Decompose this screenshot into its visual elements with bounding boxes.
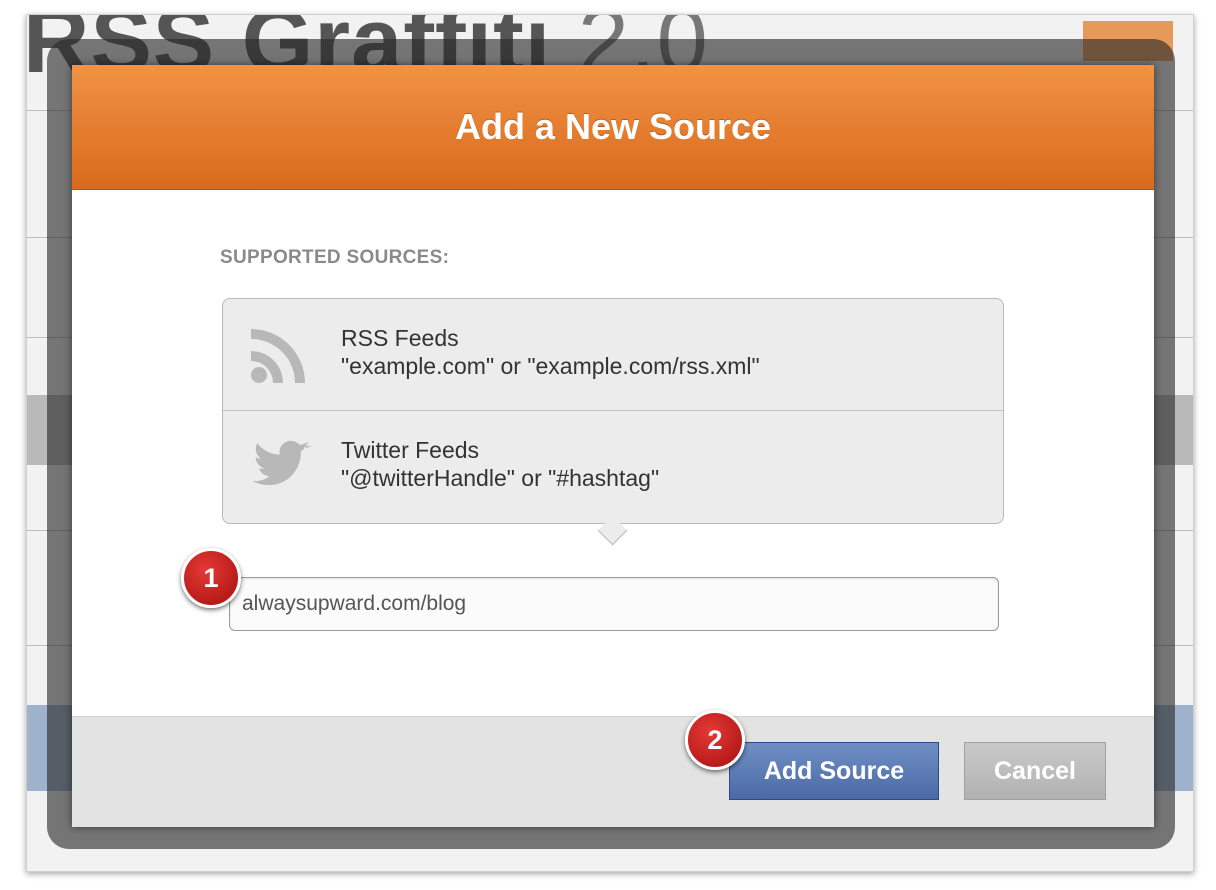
callout-badge-2: 2: [685, 710, 745, 770]
rss-icon: [251, 329, 305, 383]
source-item-rss: RSS Feeds "example.com" or "example.com/…: [223, 299, 1003, 411]
dialog-header: Add a New Source: [72, 65, 1154, 190]
source-url-input[interactable]: [229, 577, 999, 631]
twitter-bird-icon: [252, 440, 312, 486]
supported-sources-list: RSS Feeds "example.com" or "example.com/…: [222, 298, 1004, 524]
dialog-footer: Add Source Cancel: [72, 716, 1154, 827]
source-name: Twitter Feeds: [341, 437, 480, 463]
supported-sources-label: SUPPORTED SOURCES:: [220, 247, 450, 268]
dialog-title: Add a New Source: [454, 106, 772, 147]
cancel-button[interactable]: Cancel: [964, 742, 1106, 800]
source-example: "example.com" or "example.com/rss.xml": [341, 353, 760, 379]
source-name: RSS Feeds: [341, 325, 459, 351]
source-example: "@twitterHandle" or "#hashtag": [341, 465, 660, 491]
screenshot-frame: RSS Graffiti 2.0 Add a New Source SUPPOR…: [26, 14, 1194, 872]
callout-badge-1: 1: [181, 548, 241, 608]
source-item-twitter: Twitter Feeds "@twitterHandle" or "#hash…: [223, 411, 1003, 522]
add-source-dialog: Add a New Source SUPPORTED SOURCES: RSS …: [72, 65, 1154, 827]
add-source-button[interactable]: Add Source: [729, 742, 939, 800]
